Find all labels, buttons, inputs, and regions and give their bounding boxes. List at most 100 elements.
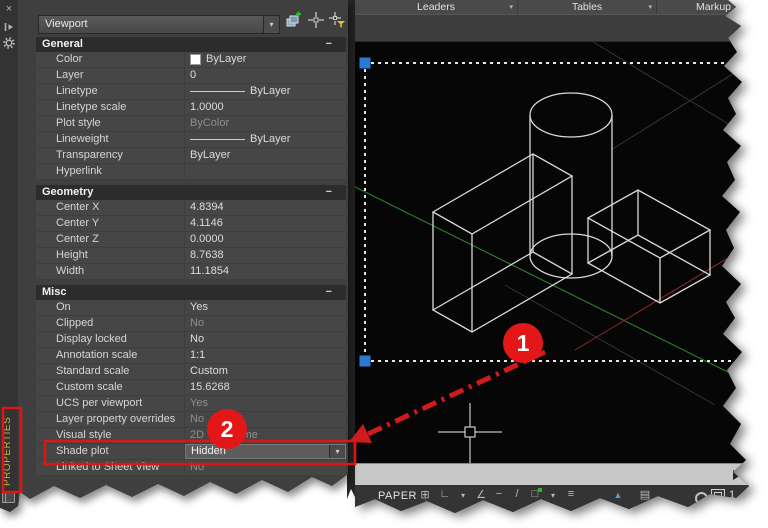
property-row-linetype-scale[interactable]: Linetype scale 1.0000 xyxy=(36,100,346,116)
property-label: Transparency xyxy=(36,148,185,163)
section-header-general[interactable]: General − xyxy=(36,37,346,52)
horizontal-scrollbar[interactable] xyxy=(355,463,749,486)
chevron-down-icon[interactable]: ▾ xyxy=(263,16,279,33)
property-label: Center X xyxy=(36,200,185,215)
linetype-preview xyxy=(190,91,245,92)
property-row-hyperlink[interactable]: Hyperlink xyxy=(36,164,346,180)
property-row-height[interactable]: Height 8.7638 xyxy=(36,248,346,264)
osnap-diagonal-icon[interactable]: / xyxy=(509,488,525,500)
toggle-pickadd-icon[interactable] xyxy=(284,11,304,31)
construction-lines xyxy=(504,39,749,406)
property-row-lineweight[interactable]: Lineweight ByLayer xyxy=(36,132,346,148)
property-row-shade-plot[interactable]: Shade plot Hidden ▾ xyxy=(36,444,346,460)
property-label: Layer property overrides xyxy=(36,412,185,427)
property-row-width[interactable]: Width 11.1854 xyxy=(36,264,346,280)
object-snap-icon[interactable]: □ xyxy=(527,488,543,500)
property-label: Center Z xyxy=(36,232,185,247)
property-row-layer-overrides[interactable]: Layer property overrides No xyxy=(36,412,346,428)
palette-tab-properties[interactable]: PROPERTIES xyxy=(2,412,17,490)
panel-flyout-arrow-icon[interactable]: ▾ xyxy=(509,1,513,15)
property-value: 4.8394 xyxy=(190,201,224,213)
property-label: Annotation scale xyxy=(36,348,185,363)
section-header-geometry[interactable]: Geometry − xyxy=(36,185,346,200)
collapse-icon[interactable]: − xyxy=(326,37,332,52)
maximize-viewport-icon[interactable] xyxy=(711,489,725,503)
property-row-layer[interactable]: Layer 0 xyxy=(36,68,346,84)
property-value: No xyxy=(190,317,205,329)
property-label: Linetype xyxy=(36,84,185,99)
property-value: 4.1146 xyxy=(190,217,223,229)
status-bar: PAPER ⊞ ∟ ▾ ∠ − / □ ▾ ≡ ▲ ▤ 1 xyxy=(355,485,749,513)
property-row-center-y[interactable]: Center Y 4.1146 xyxy=(36,216,346,232)
collapse-icon[interactable]: − xyxy=(326,285,332,300)
auto-hide-icon[interactable] xyxy=(3,21,15,33)
collapse-icon[interactable]: − xyxy=(326,185,332,200)
viewport-grip-top-left[interactable] xyxy=(359,57,371,69)
annotation-monitor-icon[interactable]: ▤ xyxy=(637,488,653,501)
panel-canvas-gap xyxy=(347,0,355,499)
scrollbar-right-arrow-icon[interactable] xyxy=(733,470,741,480)
property-row-plot-style[interactable]: Plot style ByColor xyxy=(36,116,346,132)
property-row-visual-style[interactable]: Visual style 2D Wireframe xyxy=(36,428,346,444)
ribbon-panel-leaders[interactable]: Leaders ▾ xyxy=(355,0,518,14)
property-label: Lineweight xyxy=(36,132,185,147)
property-label: Plot style xyxy=(36,116,185,131)
property-row-center-x[interactable]: Center X 4.8394 xyxy=(36,200,346,216)
property-row-custom-scale[interactable]: Custom scale 15.6268 xyxy=(36,380,346,396)
select-objects-icon[interactable] xyxy=(307,11,327,31)
chevron-down-icon[interactable]: ▾ xyxy=(329,445,345,458)
property-sections: General − Color ByLayer Layer 0 Linetype… xyxy=(36,32,346,476)
property-label: Custom scale xyxy=(36,380,185,395)
lineweight-icon[interactable]: ≡ xyxy=(563,488,579,500)
property-row-ucs-per-viewport[interactable]: UCS per viewport Yes xyxy=(36,396,346,412)
property-row-linked-sheet-view[interactable]: Linked to Sheet View No xyxy=(36,460,346,476)
ortho-flyout-icon[interactable]: ▾ xyxy=(455,491,471,500)
ortho-icon[interactable]: ∟ xyxy=(437,488,453,500)
property-label: UCS per viewport xyxy=(36,396,185,411)
viewport-grip-bottom-left[interactable] xyxy=(359,355,371,367)
drawing-svg xyxy=(355,39,768,463)
palette-settings-icon[interactable] xyxy=(2,490,15,508)
property-label: On xyxy=(36,300,185,315)
property-label: Linetype scale xyxy=(36,100,185,115)
gear-icon[interactable] xyxy=(3,37,15,49)
osnap-flyout-icon[interactable]: ▾ xyxy=(545,491,561,500)
shade-plot-value: Hidden xyxy=(191,445,226,457)
value-text: ByLayer xyxy=(206,53,247,65)
property-row-display-locked[interactable]: Display locked No xyxy=(36,332,346,348)
osnap-active-dot xyxy=(538,488,542,492)
property-row-standard-scale[interactable]: Standard scale Custom xyxy=(36,364,346,380)
property-row-transparency[interactable]: Transparency ByLayer xyxy=(36,148,346,164)
property-row-clipped[interactable]: Clipped No xyxy=(36,316,346,332)
property-value: ByLayer xyxy=(185,132,346,147)
property-value: Yes xyxy=(190,301,208,313)
property-row-center-z[interactable]: Center Z 0.0000 xyxy=(36,232,346,248)
property-value: No xyxy=(190,413,205,425)
polar-tracking-icon[interactable]: ∠ xyxy=(473,488,489,501)
property-label: Layer xyxy=(36,68,185,83)
close-icon[interactable]: × xyxy=(3,4,15,16)
property-value xyxy=(185,164,346,179)
ribbon-panel-tables[interactable]: Tables ▾ xyxy=(518,0,657,14)
drawing-area[interactable] xyxy=(355,39,768,463)
viewport-selection-border[interactable] xyxy=(364,62,768,362)
ribbon-panel-markup[interactable]: Markup xyxy=(657,0,749,14)
object-track-icon[interactable]: ▲ xyxy=(610,490,626,500)
properties-palette: × PROPERTIES Viewport ▾ General − Color … xyxy=(0,0,348,528)
property-value: No xyxy=(190,461,205,473)
property-row-on[interactable]: On Yes xyxy=(36,300,346,316)
property-row-annotation-scale[interactable]: Annotation scale 1:1 xyxy=(36,348,346,364)
panel-flyout-arrow-icon[interactable]: ▾ xyxy=(648,1,652,15)
property-row-color[interactable]: Color ByLayer xyxy=(36,52,346,68)
value-text: ByLayer xyxy=(250,133,291,145)
viewport-lock-icon[interactable] xyxy=(695,492,708,505)
value-text: ByLayer xyxy=(250,85,291,97)
property-value: 1:1 xyxy=(190,349,206,361)
shade-plot-dropdown[interactable]: Hidden ▾ xyxy=(185,444,346,459)
property-row-linetype[interactable]: Linetype ByLayer xyxy=(36,84,346,100)
section-header-misc[interactable]: Misc − xyxy=(36,285,346,300)
isodraft-icon[interactable]: − xyxy=(491,488,507,500)
snap-icon[interactable]: ⊞ xyxy=(417,488,433,501)
quick-select-icon[interactable] xyxy=(328,11,348,31)
property-value: Yes xyxy=(190,397,208,409)
